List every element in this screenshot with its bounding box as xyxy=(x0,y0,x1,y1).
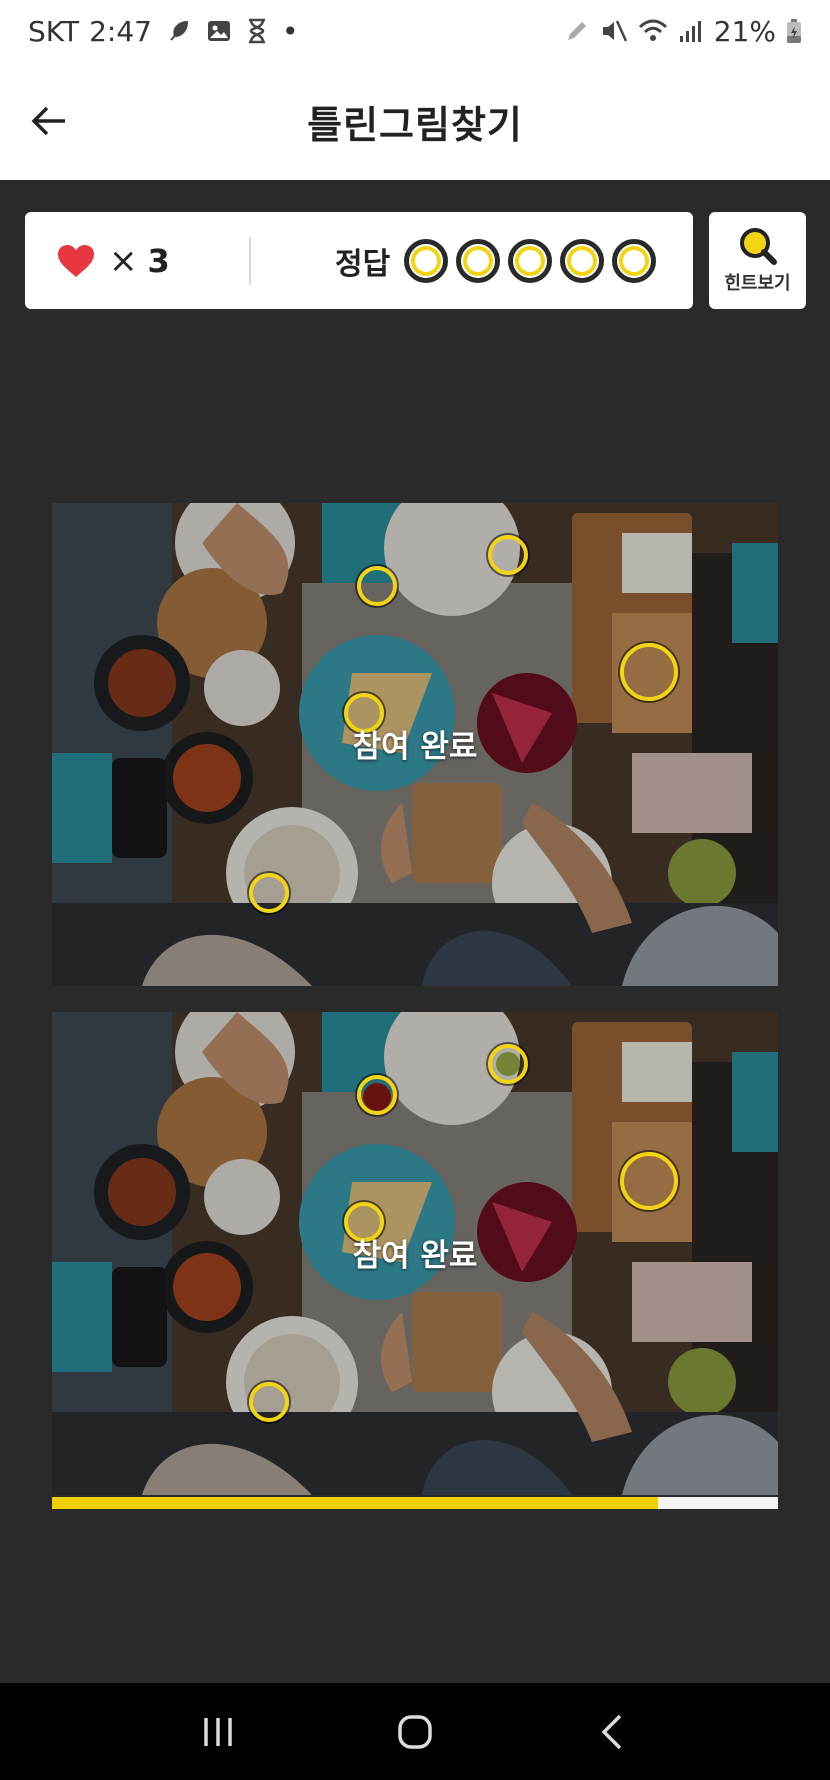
found-marker xyxy=(488,1044,528,1084)
found-marker xyxy=(620,643,678,701)
nav-back-icon xyxy=(601,1714,621,1749)
divider xyxy=(249,236,251,285)
found-marker xyxy=(488,535,528,575)
app-header: 틀린그림찾기 xyxy=(0,62,830,180)
page-title: 틀린그림찾기 xyxy=(307,102,523,147)
found-marker xyxy=(620,1152,678,1210)
image-icon xyxy=(206,18,232,44)
recent-apps-button[interactable] xyxy=(178,1702,258,1762)
answer-slot-found xyxy=(456,238,501,283)
clock: 2:47 xyxy=(89,14,152,48)
home-button[interactable] xyxy=(375,1702,455,1762)
hourglass-icon xyxy=(246,18,268,44)
pencil-icon xyxy=(564,18,590,44)
answers-label: 정답 xyxy=(335,246,391,282)
carrier: SKT xyxy=(28,14,80,48)
signal-icon xyxy=(678,18,704,44)
feather-icon xyxy=(166,18,192,44)
status-left: SKT 2:47 • xyxy=(28,15,298,48)
magnifier-icon xyxy=(739,227,777,265)
found-marker xyxy=(249,873,289,913)
original-photo[interactable]: 참여 완료 xyxy=(52,503,778,986)
lives-count: 3 xyxy=(147,241,170,280)
battery-percent: 21% xyxy=(713,14,776,48)
system-back-button[interactable] xyxy=(572,1702,652,1762)
lives-counter: × 3 xyxy=(25,241,249,281)
answer-slot-found xyxy=(612,238,657,283)
score-card: × 3 정답 xyxy=(25,212,693,309)
system-nav-bar xyxy=(0,1683,830,1780)
completed-label: 참여 완료 xyxy=(352,729,478,765)
battery-charging-icon xyxy=(786,18,802,44)
answers-progress: 정답 xyxy=(335,238,657,283)
notification-dot: • xyxy=(281,14,299,48)
lives-multiplier: × xyxy=(109,240,138,281)
mute-icon xyxy=(600,18,628,44)
heart-icon xyxy=(58,244,94,277)
found-marker xyxy=(357,1075,397,1115)
found-marker xyxy=(357,566,397,606)
completed-label: 참여 완료 xyxy=(352,1238,478,1274)
answer-slot-found xyxy=(560,238,605,283)
recent-apps-icon xyxy=(204,1717,233,1746)
wifi-icon xyxy=(638,18,668,44)
answer-slot-found xyxy=(508,238,553,283)
hint-label: 힌트보기 xyxy=(724,272,791,294)
home-icon xyxy=(398,1714,432,1749)
status-bar: SKT 2:47 • 21% xyxy=(0,0,830,62)
arrow-left-icon xyxy=(31,106,65,136)
back-button[interactable] xyxy=(26,98,72,144)
timer-progress-fill xyxy=(52,1497,659,1509)
answer-slot-found xyxy=(404,238,449,283)
modified-photo[interactable]: 참여 완료 xyxy=(52,1012,778,1495)
timer-progress-bar xyxy=(52,1497,778,1509)
status-right: 21% xyxy=(564,15,802,48)
found-marker xyxy=(249,1382,289,1422)
hint-button[interactable]: 힌트보기 xyxy=(709,212,806,309)
